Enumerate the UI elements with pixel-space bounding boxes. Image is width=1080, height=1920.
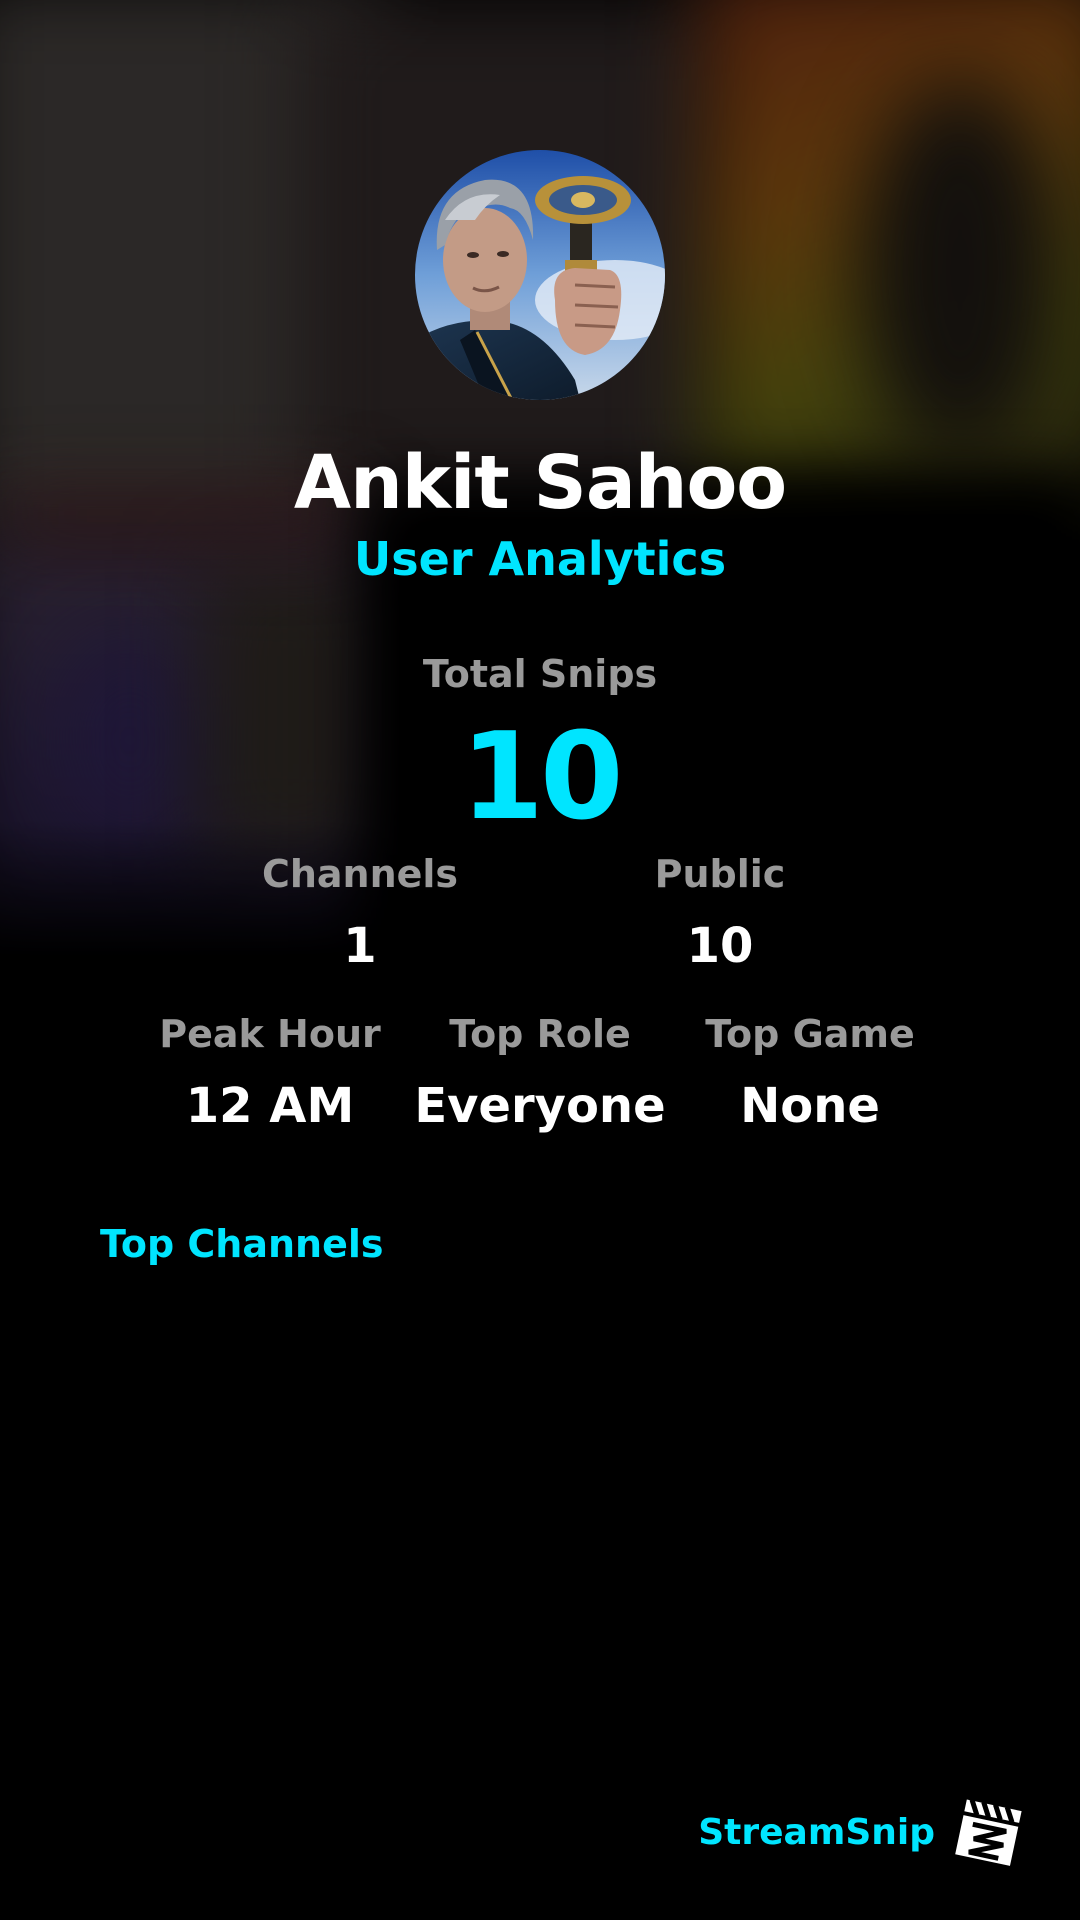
public-value: 10 (686, 918, 754, 974)
stat-public: Public 10 (580, 852, 860, 974)
total-snips-value: 10 (460, 708, 624, 847)
stat-top-game: Top Game None (690, 1012, 930, 1134)
top-game-value: None (740, 1078, 880, 1134)
stat-channels: Channels 1 (220, 852, 500, 974)
avatar (415, 150, 665, 400)
channels-value: 1 (343, 918, 377, 974)
stat-top-role: Top Role Everyone (410, 1012, 670, 1134)
brand-name: StreamSnip (698, 1812, 935, 1853)
brand: StreamSnip (698, 1790, 1030, 1880)
top-role-value: Everyone (414, 1078, 666, 1134)
channels-label: Channels (261, 852, 459, 896)
user-name: Ankit Sahoo (293, 440, 787, 526)
peak-hour-label: Peak Hour (159, 1012, 381, 1056)
top-game-label: Top Game (705, 1012, 915, 1056)
page-subtitle: User Analytics (353, 532, 727, 586)
analytics-card: Ankit Sahoo User Analytics Total Snips 1… (0, 0, 1080, 1920)
peak-hour-value: 12 AM (185, 1078, 355, 1134)
public-label: Public (654, 852, 786, 896)
total-snips-label: Total Snips (422, 652, 658, 696)
top-role-label: Top Role (449, 1012, 631, 1056)
top-channels-heading: Top Channels (100, 1222, 384, 1266)
clapperboard-icon (950, 1790, 1030, 1870)
stat-peak-hour: Peak Hour 12 AM (150, 1012, 390, 1134)
